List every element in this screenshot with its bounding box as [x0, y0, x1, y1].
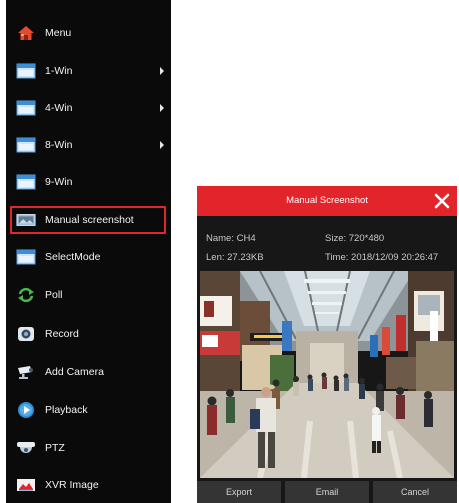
- menu-item-xvr-image[interactable]: XVR Image: [6, 470, 171, 500]
- size-value: 720*480: [348, 233, 385, 244]
- manual-screenshot-dialog: Manual Screenshot Name: CH4 Size: 720*48…: [197, 186, 457, 503]
- camera-icon: [16, 364, 36, 380]
- ptz-icon: [16, 440, 36, 456]
- record-icon: [16, 326, 36, 342]
- cycle-icon: [16, 287, 36, 303]
- info-name: Name: CH4: [206, 233, 256, 244]
- menu-item-label: 4-Win: [45, 102, 73, 114]
- menu-item-playback[interactable]: Playback: [6, 395, 171, 425]
- menu-item-9-win[interactable]: 9-Win: [6, 167, 171, 197]
- info-size: Size: 720*480: [325, 233, 384, 244]
- cancel-button[interactable]: Cancel: [373, 481, 457, 503]
- menu-item-label: Record: [45, 328, 79, 340]
- menu-item-label: 8-Win: [45, 139, 73, 151]
- window-icon: [16, 249, 36, 265]
- menu-item-ptz[interactable]: PTZ: [6, 433, 171, 463]
- menu-item-1-win[interactable]: 1-Win: [6, 56, 171, 86]
- menu-item-4-win[interactable]: 4-Win: [6, 93, 171, 123]
- menu-item-label: Menu: [45, 27, 72, 39]
- menu-item-manual-screenshot[interactable]: Manual screenshot: [6, 205, 171, 235]
- window-icon: [16, 174, 36, 190]
- size-label: Size:: [325, 233, 347, 244]
- dialog-button-bar: Export Email Cancel: [197, 481, 457, 503]
- screenshot-preview: [200, 271, 454, 478]
- len-value: 27.23KB: [227, 252, 264, 263]
- dialog-title: Manual Screenshot: [286, 195, 368, 206]
- menu-item-label: 9-Win: [45, 176, 73, 188]
- close-icon: [434, 193, 450, 209]
- context-menu: Menu 1-Win 4-Win 8-Win 9-Win Manual scre…: [6, 0, 171, 503]
- export-button[interactable]: Export: [197, 481, 281, 503]
- menu-item-label: Poll: [45, 289, 63, 301]
- menu-item-menu[interactable]: Menu: [6, 18, 171, 48]
- email-button[interactable]: Email: [285, 481, 369, 503]
- name-label: Name:: [206, 233, 234, 244]
- time-value: 2018/12/09 20:26:47: [351, 252, 439, 263]
- submenu-arrow-icon: [160, 104, 164, 112]
- menu-item-label: SelectMode: [45, 251, 101, 263]
- close-button[interactable]: [431, 190, 453, 212]
- house-icon: [16, 25, 36, 41]
- window-icon: [16, 100, 36, 116]
- time-label: Time:: [325, 252, 349, 263]
- menu-item-label: 1-Win: [45, 65, 73, 77]
- window-icon: [16, 63, 36, 79]
- menu-item-add-camera[interactable]: Add Camera: [6, 357, 171, 387]
- menu-item-label: PTZ: [45, 442, 65, 454]
- name-value: CH4: [236, 233, 256, 244]
- info-len: Len: 27.23KB: [206, 252, 264, 263]
- selection-highlight: [10, 206, 166, 234]
- menu-item-select-mode[interactable]: SelectMode: [6, 242, 171, 272]
- menu-item-label: Add Camera: [45, 366, 104, 378]
- len-label: Len:: [206, 252, 225, 263]
- submenu-arrow-icon: [160, 67, 164, 75]
- menu-item-label: Playback: [45, 404, 88, 416]
- playback-icon: [16, 402, 36, 418]
- menu-item-poll[interactable]: Poll: [6, 280, 171, 310]
- menu-item-record[interactable]: Record: [6, 319, 171, 349]
- window-icon: [16, 137, 36, 153]
- menu-item-label: XVR Image: [45, 479, 99, 491]
- menu-item-8-win[interactable]: 8-Win: [6, 130, 171, 160]
- info-time: Time: 2018/12/09 20:26:47: [325, 252, 438, 263]
- submenu-arrow-icon: [160, 141, 164, 149]
- image-icon: [16, 477, 36, 493]
